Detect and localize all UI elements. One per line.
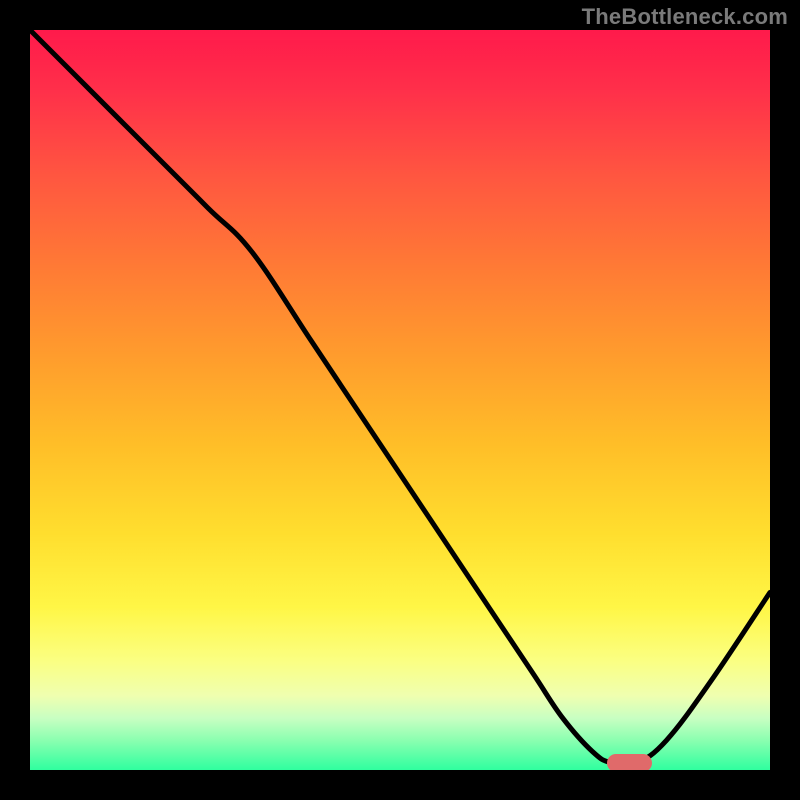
chart-frame: TheBottleneck.com [0, 0, 800, 800]
watermark-text: TheBottleneck.com [582, 4, 788, 30]
bottleneck-curve [30, 30, 770, 770]
optimal-range-marker [607, 754, 651, 770]
plot-area [30, 30, 770, 770]
